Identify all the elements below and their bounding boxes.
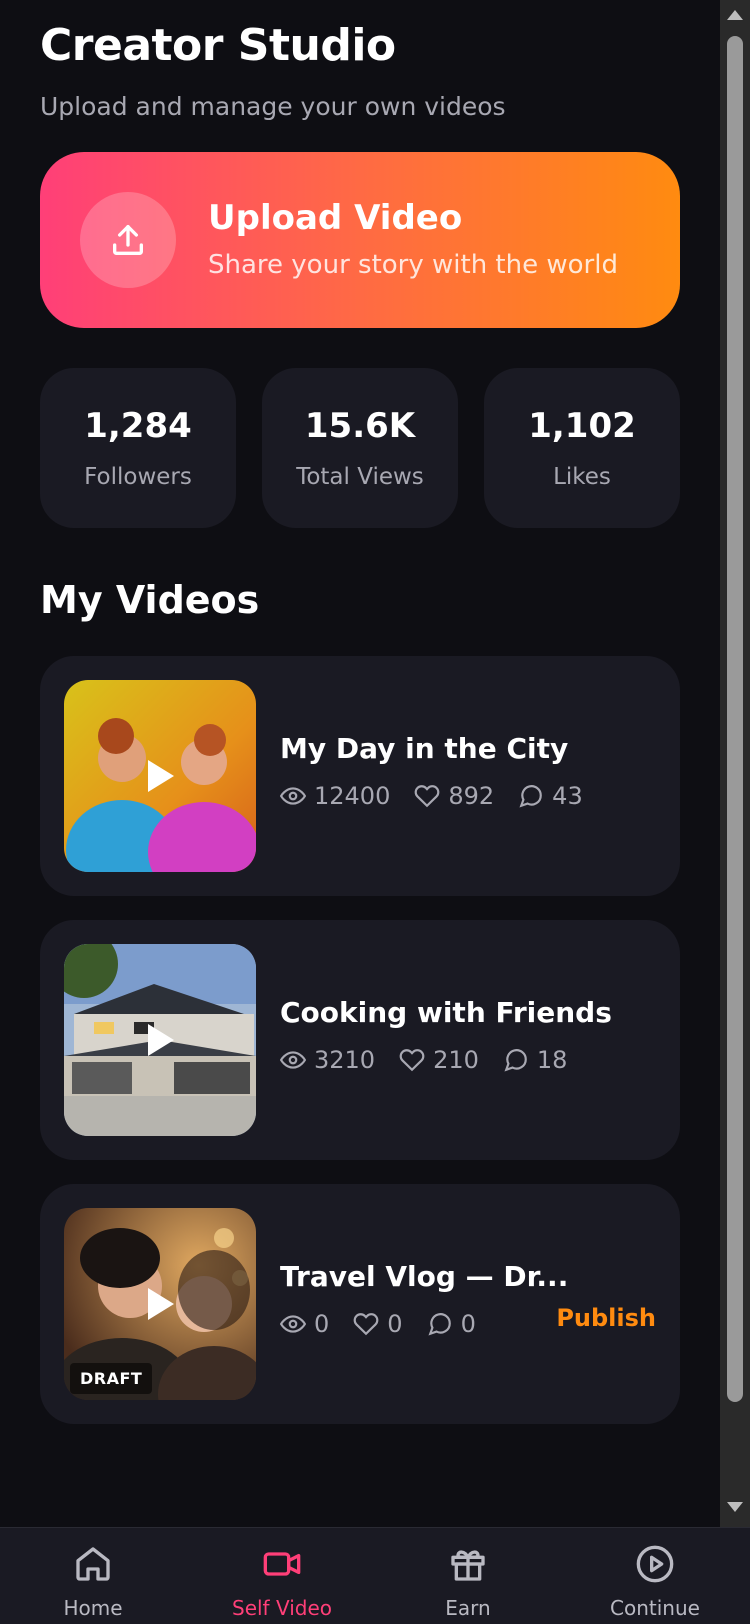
likes-count: 0 — [387, 1310, 403, 1338]
likes-count: 892 — [448, 782, 495, 810]
nav-label: Home — [63, 1596, 123, 1620]
video-title: My Day in the City — [280, 732, 569, 765]
comments-count: 0 — [460, 1310, 476, 1338]
scroll-up-arrow[interactable] — [727, 10, 743, 20]
video-thumbnail[interactable] — [64, 680, 256, 872]
play-icon — [148, 1288, 174, 1320]
creator-studio-page: Creator Studio Upload and manage your ow… — [0, 0, 720, 1527]
stat-likes: 1,102 Likes — [484, 368, 680, 528]
play-icon — [148, 760, 174, 792]
stat-value: 15.6K — [304, 406, 416, 446]
video-card-draft[interactable]: DRAFT Travel Vlog — Dr... 0 0 0 Publish — [40, 1184, 680, 1424]
scrollbar[interactable] — [720, 0, 750, 1527]
heart-icon — [399, 1049, 425, 1072]
nav-continue[interactable]: Continue — [580, 1528, 730, 1624]
upload-title: Upload Video — [208, 198, 463, 238]
video-thumbnail[interactable]: DRAFT — [64, 1208, 256, 1400]
eye-icon — [280, 787, 306, 805]
views-count: 3210 — [314, 1046, 376, 1074]
play-icon — [148, 1024, 174, 1056]
views-count: 12400 — [314, 782, 391, 810]
nav-self-video[interactable]: Self Video — [207, 1528, 357, 1624]
likes-count: 210 — [433, 1046, 479, 1074]
page-subtitle: Upload and manage your own videos — [40, 92, 506, 121]
nav-earn[interactable]: Earn — [393, 1528, 543, 1624]
video-stats: 3210 210 18 — [280, 1046, 591, 1074]
bottom-nav: Home Self Video Earn Continue — [0, 1527, 750, 1624]
video-stats: 0 0 0 — [280, 1310, 500, 1338]
video-title: Cooking with Friends — [280, 996, 612, 1029]
stat-label: Followers — [84, 464, 192, 490]
video-card[interactable]: My Day in the City 12400 892 43 — [40, 656, 680, 896]
draft-badge: DRAFT — [70, 1363, 153, 1394]
nav-label: Continue — [610, 1596, 700, 1620]
comments-count: 43 — [552, 782, 583, 810]
nav-label: Earn — [445, 1596, 491, 1620]
comments-count: 18 — [536, 1046, 568, 1074]
stat-value: 1,102 — [528, 406, 636, 446]
comment-icon — [428, 1313, 451, 1336]
nav-label: Self Video — [232, 1596, 332, 1620]
home-icon — [76, 1547, 110, 1581]
nav-home[interactable]: Home — [18, 1528, 168, 1624]
eye-icon — [280, 1315, 306, 1333]
stat-label: Total Views — [296, 464, 424, 490]
gift-icon — [451, 1550, 485, 1581]
comment-icon — [519, 785, 543, 808]
stat-label: Likes — [553, 464, 611, 490]
upload-subtitle: Share your story with the world — [208, 250, 618, 280]
upload-video-button[interactable]: Upload Video Share your story with the w… — [40, 152, 680, 328]
video-stats: 12400 892 43 — [280, 782, 607, 810]
play-circle-icon — [636, 1545, 674, 1583]
video-title: Travel Vlog — Dr... — [280, 1260, 569, 1293]
stat-total-views: 15.6K Total Views — [262, 368, 458, 528]
eye-icon — [280, 1051, 306, 1069]
stat-followers: 1,284 Followers — [40, 368, 236, 528]
video-thumbnail[interactable] — [64, 944, 256, 1136]
scrollbar-thumb[interactable] — [727, 36, 743, 1402]
stat-value: 1,284 — [84, 406, 192, 446]
upload-icon — [80, 192, 176, 288]
publish-button[interactable]: Publish — [556, 1304, 656, 1332]
views-count: 0 — [314, 1310, 330, 1338]
heart-icon — [415, 785, 440, 808]
scroll-down-arrow[interactable] — [727, 1502, 743, 1512]
page-title: Creator Studio — [40, 20, 396, 71]
heart-icon — [353, 1313, 379, 1336]
section-title-my-videos: My Videos — [40, 578, 260, 622]
video-card[interactable]: Cooking with Friends 3210 210 18 — [40, 920, 680, 1160]
comment-icon — [504, 1049, 527, 1072]
video-camera-icon — [263, 1552, 301, 1576]
